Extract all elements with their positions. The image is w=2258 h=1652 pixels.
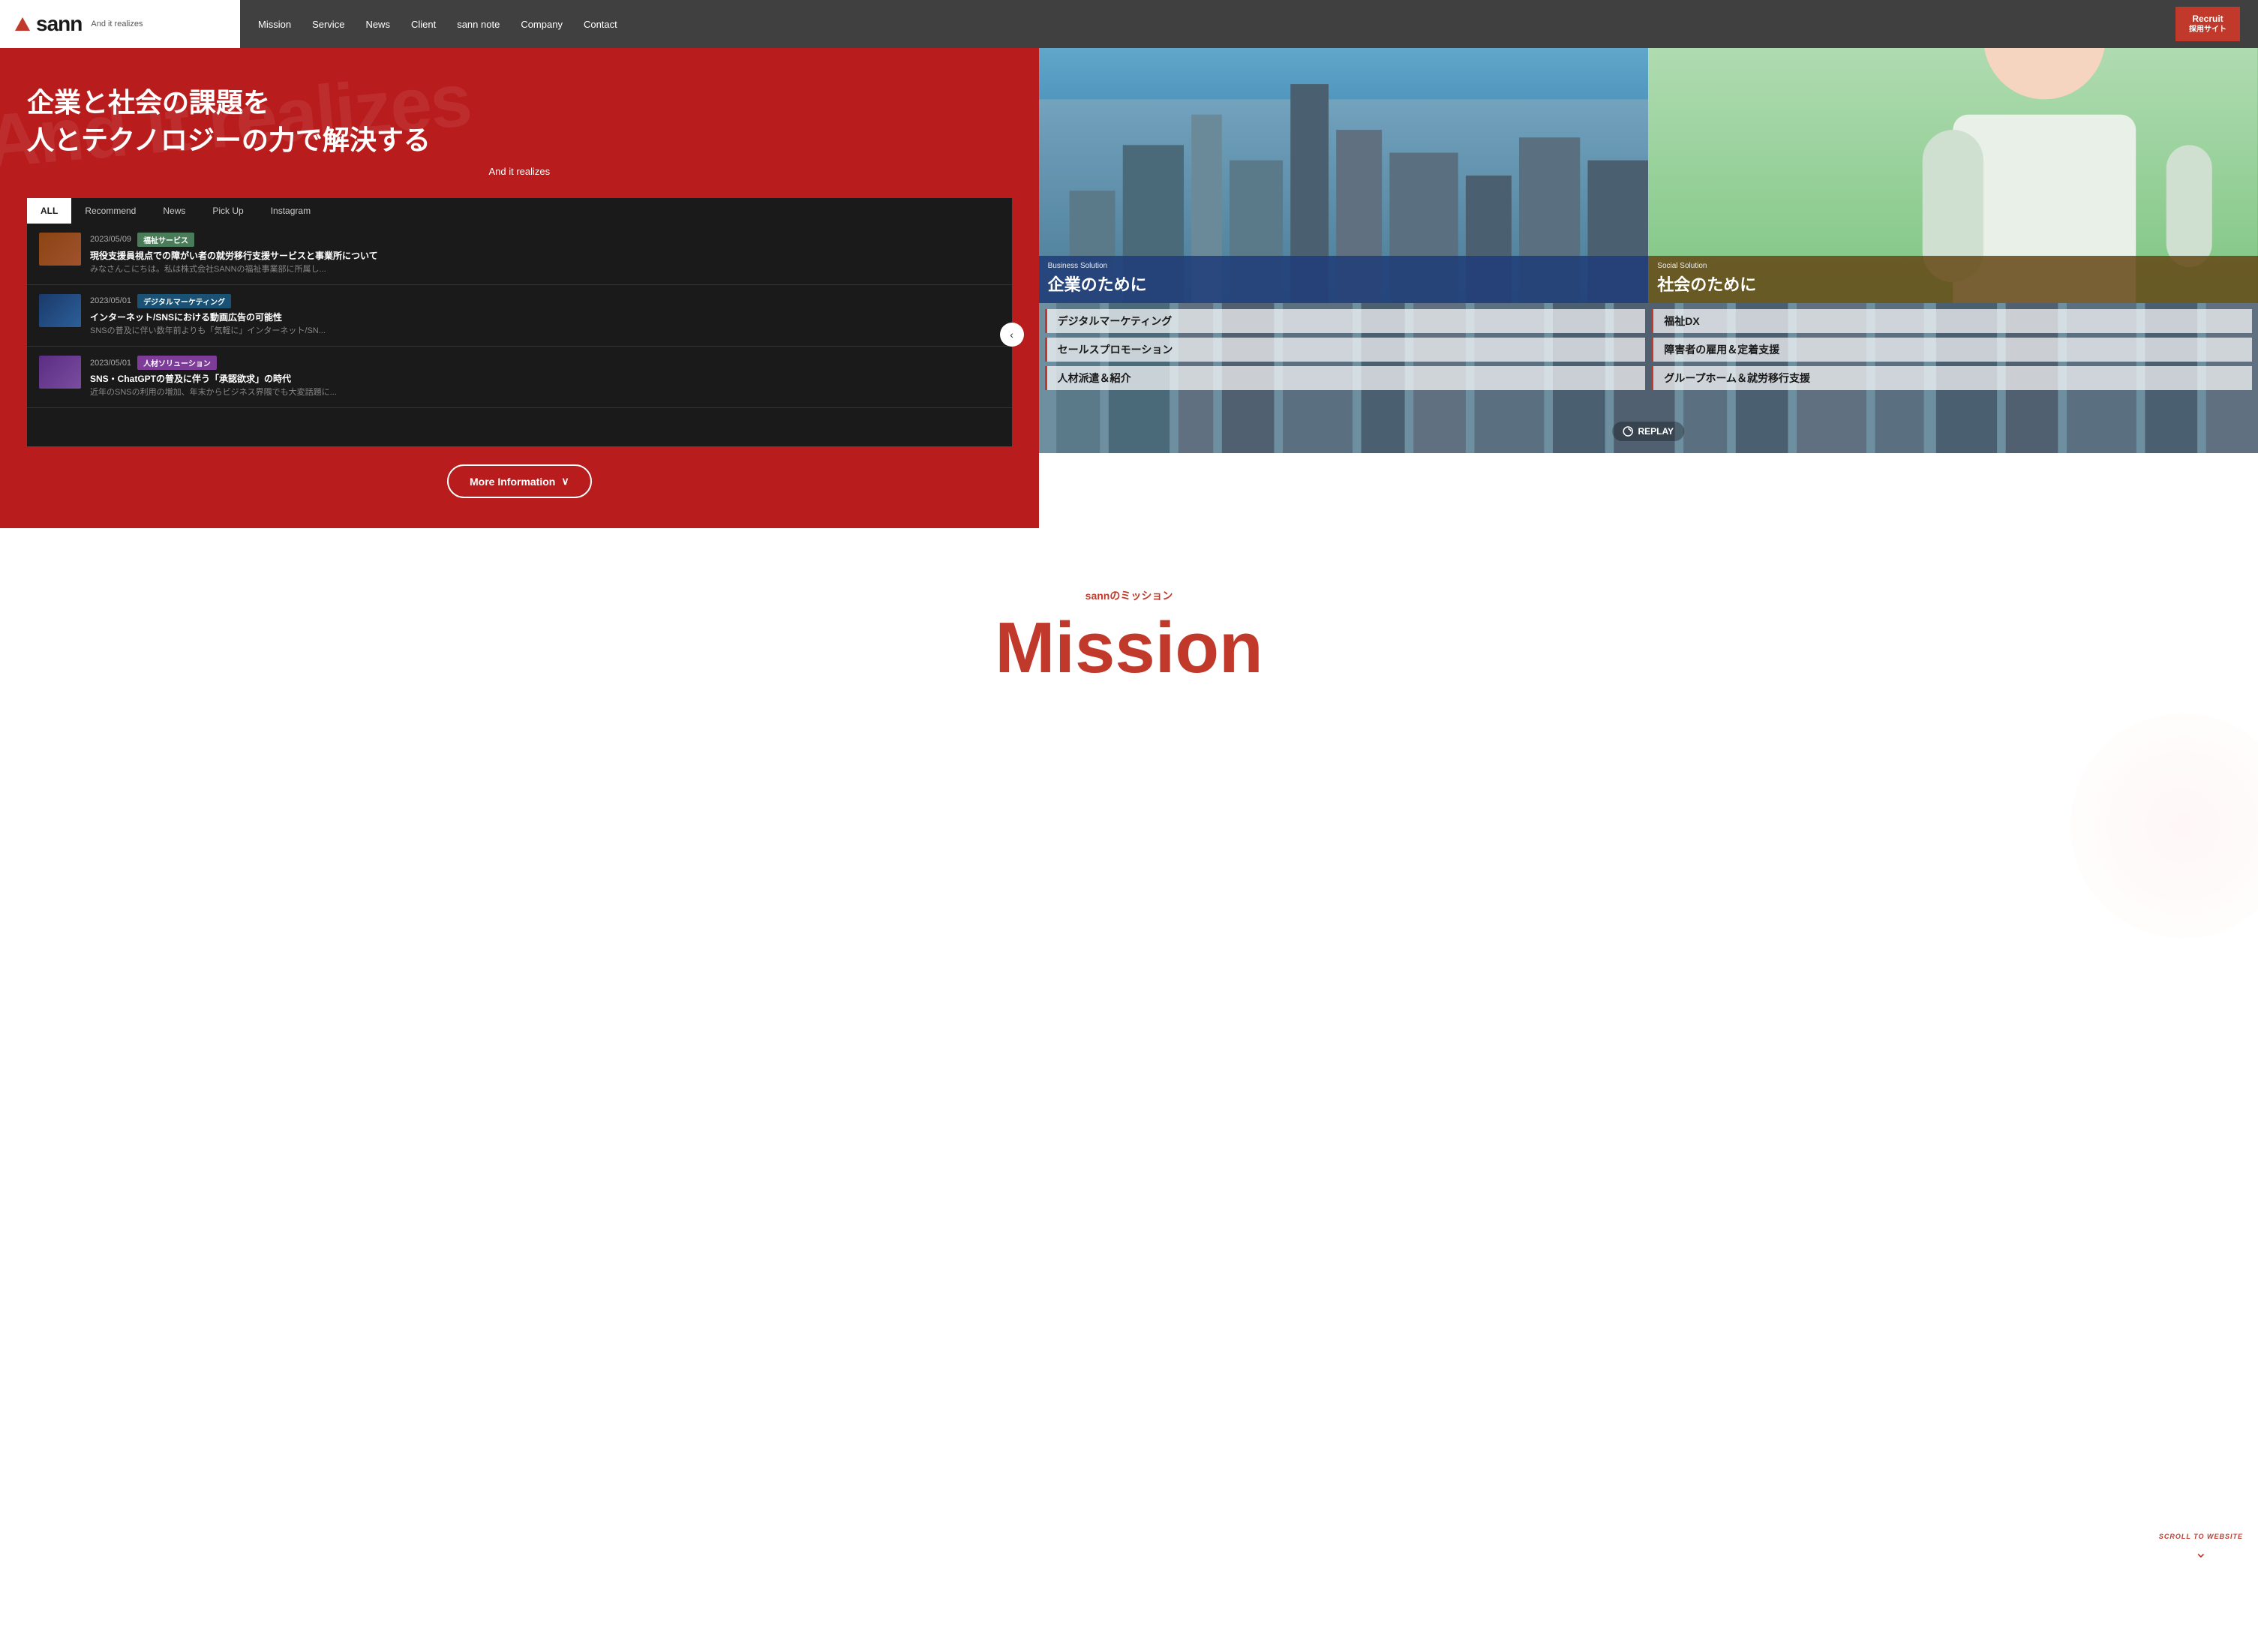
news-tag-2: デジタルマーケティング [137,294,231,308]
news-thumb-2 [39,294,81,327]
news-item-1[interactable]: 2023/05/09 福祉サービス 現役支援員視点での障がい者の就労移行支援サー… [27,224,1012,285]
news-thumb-3 [39,356,81,389]
mission-title: Mission [30,612,2228,684]
hero-right-panel: Business Solution 企業のために [1039,48,2258,528]
logo-area: sann And it realizes [0,0,240,48]
news-title-2: インターネット/SNSにおける動画広告の可能性 [90,311,1000,324]
scroll-to-website-text: SCROLL TO WEBSITE [2159,1533,2243,1540]
replay-icon [1623,426,1633,437]
news-tag-1: 福祉サービス [137,233,194,247]
news-excerpt-3: 近年のSNSの利用の増加、年末からビジネス界隈でも大変話題に... [90,387,1000,398]
news-content-3: 2023/05/01 人材ソリューション SNS・ChatGPTの普及に伴う「承… [90,356,1000,398]
hero-left-panel: And it realizes 企業と社会の課題を 人とテクノロジーの力で解決す… [0,48,1039,528]
tab-all[interactable]: ALL [27,198,71,224]
city-image: Business Solution 企業のために [1039,48,1649,303]
tab-pickup[interactable]: Pick Up [199,198,257,224]
social-solution-label: Social Solution [1657,262,2249,270]
services-left-col: デジタルマーケティング セールスプロモーション 人材派遣＆紹介 [1045,309,1646,390]
nav-service[interactable]: Service [312,19,344,30]
nav-mission[interactable]: Mission [258,19,291,30]
mission-sub-label: sannのミッション [30,588,2228,603]
chevron-down-icon: ∨ [561,475,569,488]
hero-subheadline: And it realizes [27,166,1012,177]
hero-image-row: Business Solution 企業のために [1039,48,2258,303]
scroll-chevron-icon: ⌄ [2195,1543,2208,1562]
news-excerpt-2: SNSの普及に伴い数年前よりも「気軽に」インターネット/SN... [90,326,1000,337]
service-sales-promotion[interactable]: セールスプロモーション [1045,338,1646,362]
news-content-2: 2023/05/01 デジタルマーケティング インターネット/SNSにおける動画… [90,294,1000,337]
tab-recommend[interactable]: Recommend [71,198,149,224]
hero-headline: 企業と社会の課題を 人とテクノロジーの力で解決する [27,84,1012,160]
news-item-2[interactable]: 2023/05/01 デジタルマーケティング インターネット/SNSにおける動画… [27,285,1012,347]
decorative-blob-right [2070,713,2258,939]
site-logo[interactable]: sann And it realizes [15,12,143,36]
main-container: And it realizes 企業と社会の課題を 人とテクノロジーの力で解決す… [0,48,2258,528]
tab-instagram[interactable]: Instagram [257,198,324,224]
news-date-2: 2023/05/01 [90,296,131,305]
service-welfare-dx[interactable]: 福祉DX [1651,309,2252,333]
main-nav: Mission Service News Client sann note Co… [240,0,2258,48]
news-date-3: 2023/05/01 [90,359,131,368]
news-thumb-1 [39,233,81,266]
social-image: Social Solution 社会のために [1648,48,2258,303]
logo-brand-name: sann [36,12,82,36]
news-title-1: 現役支援員視点での障がい者の就労移行支援サービスと事業所について [90,250,1000,263]
news-next-arrow[interactable]: ‹ [1000,323,1024,347]
mission-section: sannのミッション Mission [0,528,2258,744]
service-employment-support[interactable]: 障害者の雇用＆定着支援 [1651,338,2252,362]
city-services-area: デジタルマーケティング セールスプロモーション 人材派遣＆紹介 福祉DX 障害者… [1039,303,2258,453]
service-group-home[interactable]: グループホーム＆就労移行支援 [1651,366,2252,390]
news-item-3[interactable]: 2023/05/01 人材ソリューション SNS・ChatGPTの普及に伴う「承… [27,347,1012,408]
tab-news[interactable]: News [149,198,199,224]
news-tabs: ALL Recommend News Pick Up Instagram [27,198,1012,224]
nav-company[interactable]: Company [521,19,563,30]
nav-sann-note[interactable]: sann note [457,19,500,30]
service-overlay: デジタルマーケティング セールスプロモーション 人材派遣＆紹介 福祉DX 障害者… [1045,309,2252,390]
news-excerpt-1: みなさんこにちは。私は株式会社SANNの福祉事業部に所属し... [90,264,1000,275]
news-date-1: 2023/05/09 [90,235,131,244]
triangle-icon [15,17,30,31]
social-solution-badge[interactable]: Social Solution 社会のために [1648,256,2258,303]
recruit-button[interactable]: Recruit 採用サイト [2175,7,2240,42]
business-solution-badge[interactable]: Business Solution 企業のために [1039,256,1649,303]
services-right-col: 福祉DX 障害者の雇用＆定着支援 グループホーム＆就労移行支援 [1651,309,2252,390]
scroll-indicator: SCROLL TO WEBSITE ⌄ [2159,1533,2243,1562]
nav-contact[interactable]: Contact [584,19,617,30]
logo-tagline: And it realizes [91,20,143,29]
more-information-button[interactable]: More Information ∨ [447,464,592,498]
social-solution-title: 社会のために [1657,272,2249,296]
service-digital-marketing[interactable]: デジタルマーケティング [1045,309,1646,333]
nav-news[interactable]: News [365,19,390,30]
site-header: sann And it realizes Mission Service New… [0,0,2258,48]
replay-button[interactable]: REPLAY [1612,422,1684,441]
news-tag-3: 人材ソリューション [137,356,217,370]
service-staffing[interactable]: 人材派遣＆紹介 [1045,366,1646,390]
news-title-3: SNS・ChatGPTの普及に伴う「承認欲求」の時代 [90,373,1000,386]
business-solution-label: Business Solution [1048,262,1640,270]
nav-client[interactable]: Client [411,19,436,30]
business-solution-title: 企業のために [1048,272,1640,296]
news-list: 2023/05/09 福祉サービス 現役支援員視点での障がい者の就労移行支援サー… [27,224,1012,446]
news-content-1: 2023/05/09 福祉サービス 現役支援員視点での障がい者の就労移行支援サー… [90,233,1000,275]
